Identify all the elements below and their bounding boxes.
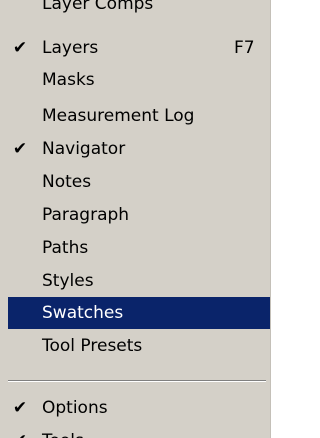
menu-item-layers[interactable]: ✔ Layers F7 xyxy=(8,32,270,64)
check-icon xyxy=(10,297,30,329)
check-icon xyxy=(10,265,30,297)
menu-item-tools[interactable]: ✔ Tools xyxy=(8,425,270,438)
menu-item-styles[interactable]: Styles xyxy=(8,265,270,297)
check-icon: ✔ xyxy=(12,398,28,418)
menu-item-measurement-log[interactable]: Measurement Log xyxy=(8,100,270,132)
menu-item-shortcut: F7 xyxy=(234,38,255,58)
menu-item-label: Notes xyxy=(42,172,92,192)
check-icon xyxy=(10,166,30,198)
menu-item-label: Layer Comps xyxy=(42,0,154,14)
check-icon xyxy=(10,0,30,20)
menu-item-layer-comps[interactable]: Layer Comps xyxy=(8,0,270,20)
check-icon: ✔ xyxy=(12,38,28,58)
menu-item-masks[interactable]: Masks xyxy=(8,64,270,96)
menu-item-label: Paragraph xyxy=(42,205,130,225)
menu-separator xyxy=(8,380,266,382)
menu-item-swatches[interactable]: Swatches xyxy=(8,297,270,329)
check-icon: ✔ xyxy=(12,139,28,159)
menu-item-label: Layers xyxy=(42,38,99,58)
menu-item-options[interactable]: ✔ Options xyxy=(8,392,270,424)
check-icon xyxy=(10,64,30,96)
menu-item-label: Masks xyxy=(42,70,95,90)
menu-item-label: Tools xyxy=(42,425,84,438)
menu-item-tool-presets[interactable]: Tool Presets xyxy=(8,330,270,362)
menu-item-label: Options xyxy=(42,398,108,418)
window-menu: Layer Comps ✔ Layers F7 Masks Measuremen… xyxy=(0,0,271,438)
check-icon xyxy=(10,199,30,231)
check-icon: ✔ xyxy=(10,425,30,438)
check-icon xyxy=(10,330,30,362)
menu-item-label: Tool Presets xyxy=(42,336,143,356)
check-icon xyxy=(10,100,30,132)
menu-item-paths[interactable]: Paths xyxy=(8,232,270,264)
menu-item-label: Navigator xyxy=(42,139,126,159)
menu-item-label: Measurement Log xyxy=(42,106,195,126)
check-icon xyxy=(10,232,30,264)
menu-item-notes[interactable]: Notes xyxy=(8,166,270,198)
menu-item-label: Paths xyxy=(42,238,89,258)
menu-item-paragraph[interactable]: Paragraph xyxy=(8,199,270,231)
menu-item-label: Swatches xyxy=(42,303,124,323)
menu-item-label: Styles xyxy=(42,271,94,291)
menu-item-navigator[interactable]: ✔ Navigator xyxy=(8,133,270,165)
